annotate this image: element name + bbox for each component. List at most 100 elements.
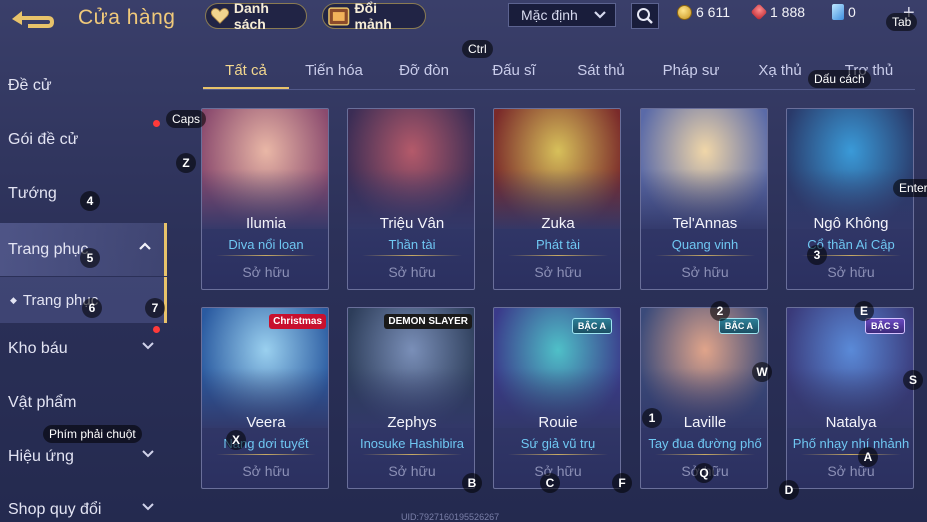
skin-name: Phố nhạy nhí nhảnh: [792, 436, 910, 451]
key-hint-caps: Caps: [166, 110, 207, 128]
skin-name: Diva nổi loạn: [228, 237, 304, 252]
hero-name: Ngô Không: [813, 215, 889, 232]
card-divider: [655, 454, 755, 455]
hero-name: Rouie: [538, 414, 578, 431]
notification-dot: [153, 120, 160, 127]
sidebar: Đề cử Gói đề cử Tướng Trang phục ◆ Trang…: [0, 58, 167, 522]
owned-status: Sở hữu: [827, 463, 875, 479]
card-divider: [801, 454, 901, 455]
skin-name: Phát tài: [535, 237, 581, 252]
gold-amount: 6 611: [696, 4, 730, 20]
sidebar-item-label: Shop quy đổi: [8, 501, 102, 518]
hero-name: Zephys: [387, 414, 437, 431]
chevron-up-icon: [138, 240, 152, 254]
key-hint-w: W: [752, 362, 772, 382]
owned-status: Sở hữu: [242, 264, 290, 280]
skin-grid: Ilumia Diva nổi loạn Sở hữu Triệu Vân Thần t…: [201, 108, 917, 522]
grade-badge: BẬC S: [864, 318, 905, 334]
skin-name: Sứ giả vũ trụ: [520, 436, 596, 451]
wishlist-button[interactable]: Danh sách: [205, 0, 307, 32]
tab-marksman[interactable]: Xạ thủ: [753, 62, 807, 79]
sidebar-item-recommended[interactable]: Đề cử: [0, 60, 167, 112]
key-hint-space: Dấu cách: [808, 70, 871, 88]
skin-card[interactable]: BẬC A Rouie Sứ giả vũ trụ Sở hữu: [493, 307, 621, 489]
skin-card[interactable]: Tel'Annas Quang vinh Sở hữu: [640, 108, 768, 290]
owned-status: Sở hữu: [388, 264, 436, 280]
hero-name: Triệu Vân: [379, 215, 445, 232]
skin-card[interactable]: Christmas Veera Nàng dơi tuyết Sở hữu: [201, 307, 329, 489]
sidebar-item-label: Kho báu: [8, 340, 68, 357]
skin-card[interactable]: BẬC S Natalya Phố nhạy nhí nhảnh Sở hữu: [786, 307, 914, 489]
voucher-icon: [750, 3, 768, 21]
card-divider: [362, 454, 462, 455]
sidebar-item-exchange-shop[interactable]: Shop quy đổi: [0, 484, 167, 522]
key-hint-right-click: Phím phải chuột: [43, 425, 142, 443]
gold-coin-icon: [677, 4, 692, 20]
tab-assassin[interactable]: Sát thủ: [571, 62, 631, 79]
sidebar-item-bundles[interactable]: Gói đề cử: [0, 114, 167, 166]
sort-selected-value: Mặc định: [521, 7, 578, 23]
sidebar-item-label: Trang phục: [8, 240, 89, 258]
key-hint-s: S: [903, 370, 923, 390]
tab-tank[interactable]: Đỡ đòn: [393, 62, 455, 79]
hero-name: Zuka: [541, 215, 575, 232]
skin-name: Thần tài: [388, 237, 436, 252]
sort-dropdown[interactable]: Mặc định: [508, 3, 616, 27]
skin-card[interactable]: Zuka Phát tài Sở hữu: [493, 108, 621, 290]
voucher-currency: 1 888: [750, 3, 806, 21]
skin-card[interactable]: Ilumia Diva nổi loạn Sở hữu: [201, 108, 329, 290]
sidebar-item-label: Gói đề cử: [8, 131, 79, 148]
skin-card[interactable]: BẬC A Laville Tay đua đường phố Sở hữu: [640, 307, 768, 489]
key-hint-e: E: [854, 301, 874, 321]
skin-name: Tay đua đường phố: [648, 436, 762, 451]
wishlist-label: Danh sách: [233, 0, 269, 32]
chevron-down-icon: [594, 11, 606, 19]
sidebar-item-label: Hiệu ứng: [8, 448, 74, 465]
chevron-down-icon: [141, 448, 155, 462]
skin-name: Nàng dơi tuyết: [223, 436, 309, 451]
event-badge: DEMON SLAYER: [384, 314, 472, 329]
fragment-chest-icon: [328, 7, 350, 26]
owned-status: Sở hữu: [388, 463, 436, 479]
key-hint-ctrl: Ctrl: [462, 40, 493, 58]
card-divider: [216, 454, 316, 455]
owned-status: Sở hữu: [534, 264, 582, 280]
skin-card[interactable]: Ngô Không Cổ thần Ai Cập Sở hữu: [786, 108, 914, 290]
sidebar-item-items[interactable]: Vật phẩm: [0, 377, 167, 429]
card-divider: [508, 255, 608, 256]
tab-fighter[interactable]: Đấu sĩ: [487, 62, 541, 79]
tab-evolution[interactable]: Tiến hóa: [301, 62, 367, 79]
grade-badge: BẬC A: [718, 318, 759, 334]
key-hint-1: 1: [642, 408, 662, 428]
key-hint-4: 4: [80, 191, 100, 211]
sidebar-subitem-skins[interactable]: ◆ Trang phục: [0, 277, 167, 323]
search-button[interactable]: [631, 3, 659, 29]
voucher-amount: 1 888: [770, 4, 806, 20]
sidebar-item-treasure[interactable]: Kho báu: [0, 323, 167, 375]
key-hint-a: A: [858, 447, 878, 467]
owned-status: Sở hữu: [827, 264, 875, 280]
key-hint-7: 7: [145, 298, 165, 318]
exchange-label: Đổi mảnh: [354, 0, 392, 32]
owned-status: Sở hữu: [242, 463, 290, 479]
skin-card[interactable]: DEMON SLAYER Zephys Inosuke Hashibira Sở hữ…: [347, 307, 475, 489]
diamond-icon: [832, 4, 844, 20]
key-hint-f: F: [612, 473, 632, 493]
hero-name: Natalya: [825, 414, 877, 431]
skin-name: Cổ thần Ai Cập: [807, 237, 895, 252]
card-divider: [508, 454, 608, 455]
skin-card[interactable]: Triệu Vân Thần tài Sở hữu: [347, 108, 475, 290]
back-button[interactable]: [8, 5, 58, 33]
exchange-fragments-button[interactable]: Đổi mảnh: [322, 0, 426, 32]
chevron-down-icon: [141, 340, 155, 354]
hero-name: Tel'Annas: [672, 215, 738, 232]
sidebar-item-label: Đề cử: [8, 77, 52, 94]
card-divider: [216, 255, 316, 256]
tab-mage[interactable]: Pháp sư: [658, 62, 724, 79]
key-hint-d: D: [779, 480, 799, 500]
key-hint-x: X: [226, 430, 246, 450]
event-badge: Christmas: [269, 314, 326, 329]
key-hint-z: Z: [176, 153, 196, 173]
tab-all[interactable]: Tất cả: [203, 62, 289, 79]
card-divider: [655, 255, 755, 256]
